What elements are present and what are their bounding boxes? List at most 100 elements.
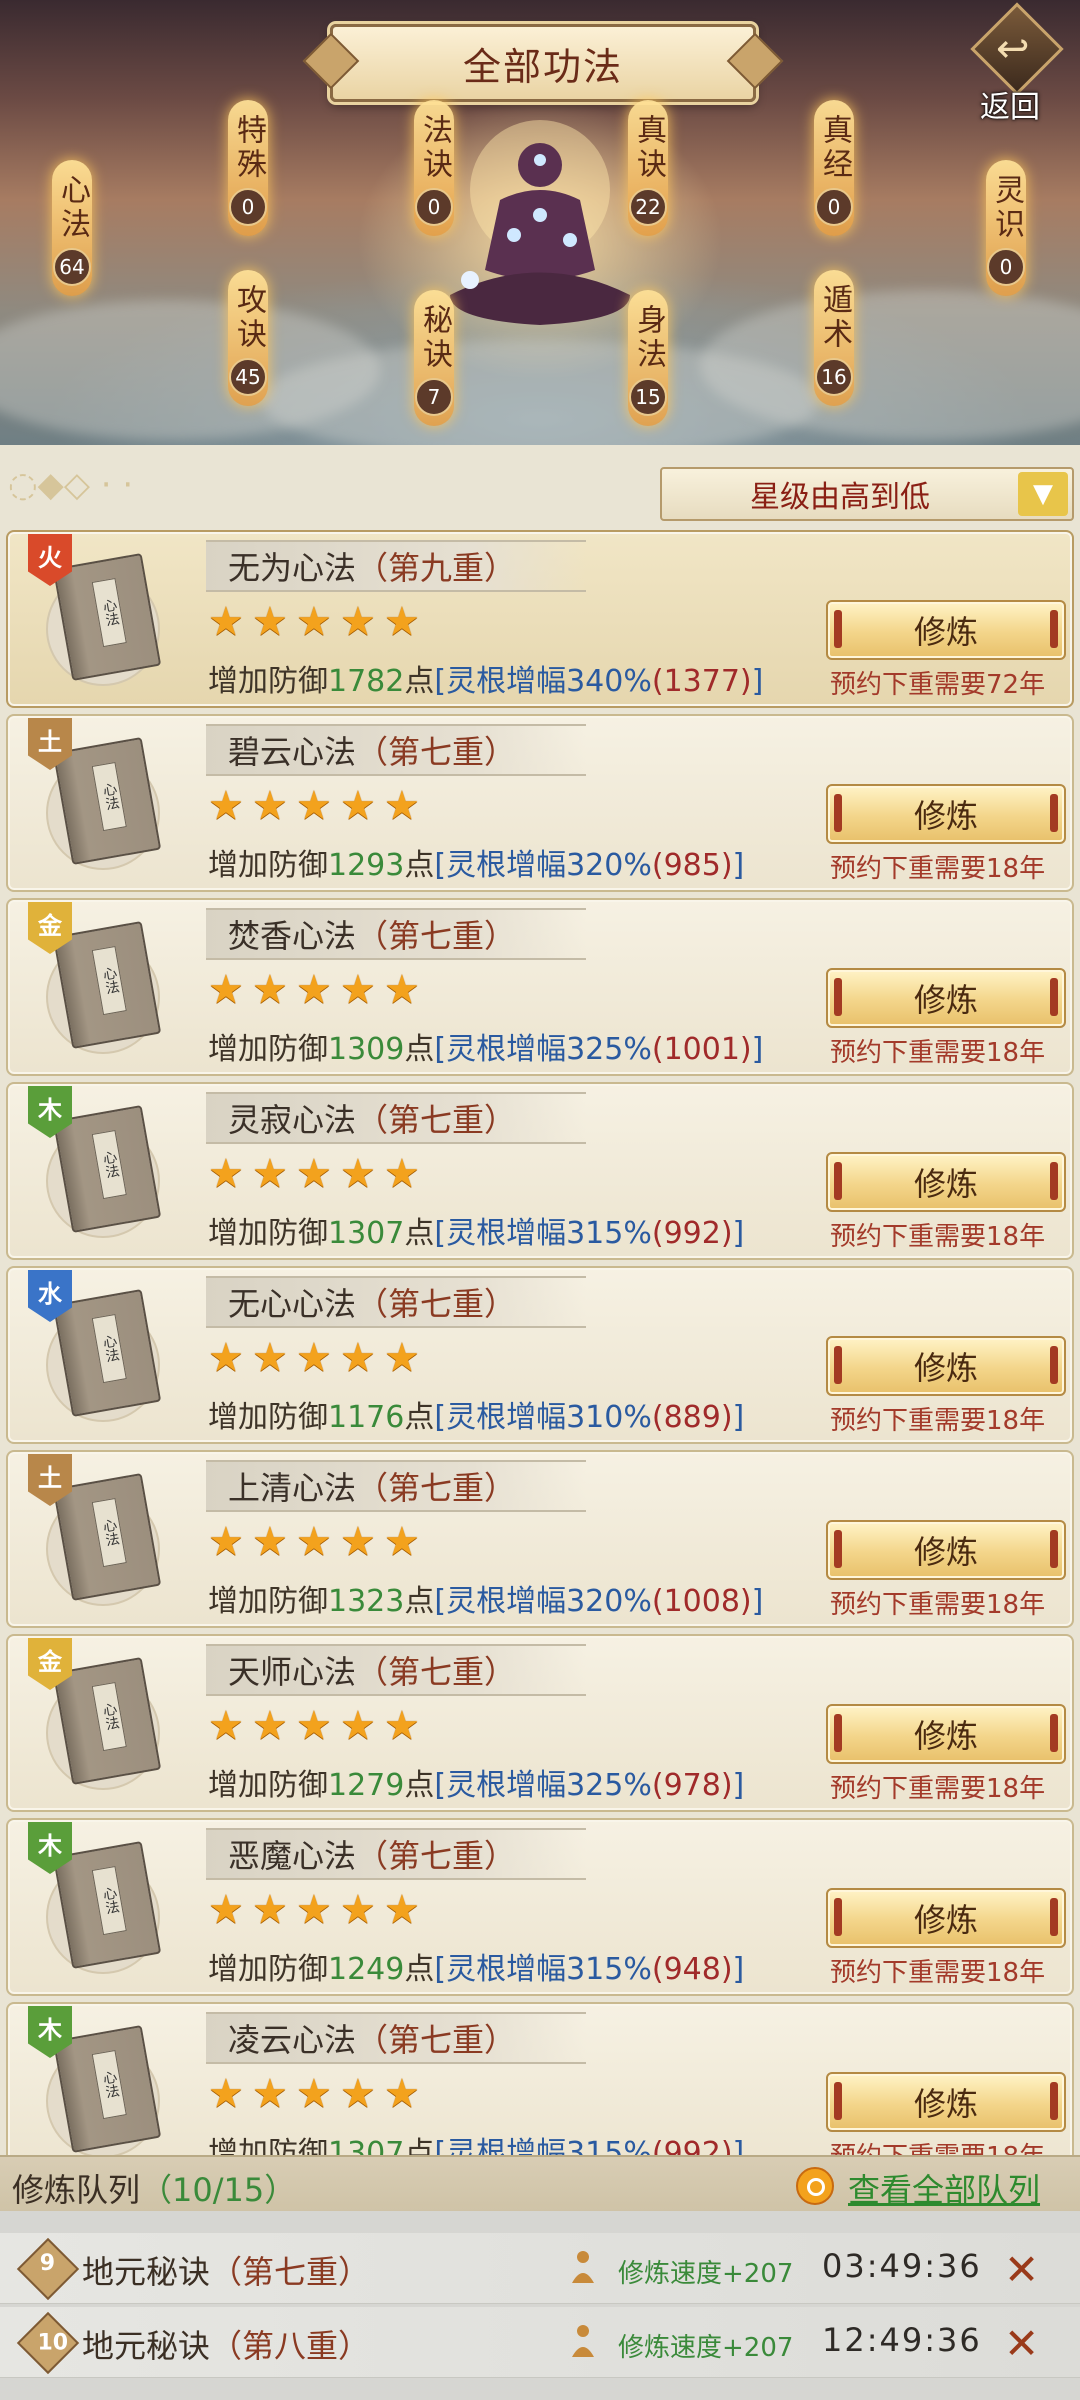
remaining-time: 12:49:36 [822, 2321, 982, 2359]
back-button[interactable]: ↩ 返回 [966, 2, 1066, 125]
category-label: 灵识 [989, 174, 1024, 242]
train-button[interactable]: 修炼 [826, 1520, 1066, 1580]
meditation-icon [572, 2251, 594, 2283]
defense-stat: 增加防御1293点[灵根增幅320%(985)] [208, 848, 745, 883]
category-tab-zhenjing[interactable]: 真经 0 [812, 100, 856, 236]
category-count: 0 [815, 188, 853, 226]
category-label: 真经 [817, 114, 852, 182]
train-button[interactable]: 修炼 [826, 784, 1066, 844]
training-queue-list: 9 地元秘诀（第七重） 修炼速度+207 03:49:36 ✕ 10 地元秘诀（… [0, 2211, 1080, 2400]
train-button[interactable]: 修炼 [826, 968, 1066, 1028]
category-count: 64 [53, 248, 91, 286]
technique-card[interactable]: 心法 木 恶魔心法 （第七重） ★ ★ ★ ★ ★ 增加防御1249点[灵根增幅315%(… [6, 1818, 1074, 1996]
star-icon: ★ [384, 1151, 420, 1197]
star-rating: ★ ★ ★ ★ ★ [208, 2074, 428, 2118]
technique-name: 灵寂心法 （第七重） [206, 1092, 586, 1144]
star-icon: ★ [208, 1335, 244, 1381]
technique-card[interactable]: 心法 木 凌云心法 （第七重） ★ ★ ★ ★ ★ 增加防御1307点[灵根增幅315%(… [6, 2002, 1074, 2180]
star-icon: ★ [252, 2071, 288, 2117]
next-level-requirement: 预约下重需要18年 [830, 1038, 1046, 1068]
star-rating: ★ ★ ★ ★ ★ [208, 1154, 428, 1198]
star-icon: ★ [384, 783, 420, 829]
category-count: 16 [815, 358, 853, 396]
next-level-requirement: 预约下重需要18年 [830, 1406, 1046, 1436]
star-icon: ★ [296, 967, 332, 1013]
star-icon: ★ [208, 1887, 244, 1933]
technique-list-panel: ◌◆◇ · · 星级由高到低 ▼ 心法 火 无为心法 （第九重） ★ ★ ★ ★ ★ 增加… [0, 445, 1080, 2180]
cancel-icon[interactable]: ✕ [1004, 2245, 1039, 2294]
technique-name: 天师心法 （第七重） [206, 1644, 586, 1696]
star-icon: ★ [384, 1887, 420, 1933]
technique-card[interactable]: 心法 土 碧云心法 （第七重） ★ ★ ★ ★ ★ 增加防御1293点[灵根增幅320%(… [6, 714, 1074, 892]
queue-technique-name: 地元秘诀（第八重） [82, 2327, 371, 2365]
category-label: 真诀 [631, 114, 666, 182]
technique-cards: 心法 火 无为心法 （第九重） ★ ★ ★ ★ ★ 增加防御1782点[灵根增幅340%(… [6, 530, 1074, 2186]
star-icon: ★ [384, 1519, 420, 1565]
technique-name: 无为心法 （第九重） [206, 540, 586, 592]
page-title: 全部功法 [330, 24, 756, 102]
train-button[interactable]: 修炼 [826, 1336, 1066, 1396]
star-icon: ★ [208, 1703, 244, 1749]
view-all-queue-link[interactable]: 查看全部队列 [848, 2165, 1040, 2211]
category-tab-teshu[interactable]: 特殊 0 [226, 100, 270, 236]
technique-name: 上清心法 （第七重） [206, 1460, 586, 1512]
star-icon: ★ [340, 1703, 376, 1749]
star-icon: ★ [252, 1887, 288, 1933]
category-count: 0 [415, 188, 453, 226]
technique-name: 无心心法 （第七重） [206, 1276, 586, 1328]
star-icon: ★ [340, 2071, 376, 2117]
category-count: 0 [229, 188, 267, 226]
back-arrow-icon: ↩ [996, 26, 1030, 72]
star-icon: ★ [384, 1335, 420, 1381]
technique-card[interactable]: 心法 火 无为心法 （第九重） ★ ★ ★ ★ ★ 增加防御1782点[灵根增幅340%(… [6, 530, 1074, 708]
technique-card[interactable]: 心法 水 无心心法 （第七重） ★ ★ ★ ★ ★ 增加防御1176点[灵根增幅310%(… [6, 1266, 1074, 1444]
technique-card[interactable]: 心法 土 上清心法 （第七重） ★ ★ ★ ★ ★ 增加防御1323点[灵根增幅320%(… [6, 1450, 1074, 1628]
train-button[interactable]: 修炼 [826, 1888, 1066, 1948]
star-icon: ★ [340, 1151, 376, 1197]
category-tab-shenfa[interactable]: 身法 15 [626, 290, 670, 426]
star-icon: ★ [296, 2071, 332, 2117]
category-label: 身法 [631, 304, 666, 372]
technique-name: 焚香心法 （第七重） [206, 908, 586, 960]
next-level-requirement: 预约下重需要18年 [830, 1958, 1046, 1988]
next-level-requirement: 预约下重需要18年 [830, 1774, 1046, 1804]
cancel-icon[interactable]: ✕ [1004, 2319, 1039, 2368]
technique-card[interactable]: 心法 金 焚香心法 （第七重） ★ ★ ★ ★ ★ 增加防御1309点[灵根增幅325%(… [6, 898, 1074, 1076]
star-icon: ★ [252, 1519, 288, 1565]
queue-entry: 10 地元秘诀（第八重） 修炼速度+207 12:49:36 ✕ [0, 2307, 1080, 2378]
category-count: 45 [229, 358, 267, 396]
star-icon: ★ [296, 1335, 332, 1381]
category-tab-fajue[interactable]: 法诀 0 [412, 100, 456, 236]
category-tab-zhenjue[interactable]: 真诀 22 [626, 100, 670, 236]
category-tab-gongjue[interactable]: 攻诀 45 [226, 270, 270, 406]
technique-card[interactable]: 心法 金 天师心法 （第七重） ★ ★ ★ ★ ★ 增加防御1279点[灵根增幅325%(… [6, 1634, 1074, 1812]
train-button[interactable]: 修炼 [826, 1152, 1066, 1212]
queue-index-badge: 10 [16, 2311, 80, 2375]
star-icon: ★ [340, 1887, 376, 1933]
technique-card[interactable]: 心法 木 灵寂心法 （第七重） ★ ★ ★ ★ ★ 增加防御1307点[灵根增幅315%(… [6, 1082, 1074, 1260]
star-icon: ★ [252, 967, 288, 1013]
category-tab-xinfa[interactable]: 心法 64 [50, 160, 94, 296]
sort-dropdown[interactable]: 星级由高到低 ▼ [660, 467, 1074, 521]
sort-label: 星级由高到低 [750, 480, 930, 515]
train-button[interactable]: 修炼 [826, 600, 1066, 660]
defense-stat: 增加防御1782点[灵根增幅340%(1377)] [208, 664, 764, 699]
train-button[interactable]: 修炼 [826, 1704, 1066, 1764]
category-count: 0 [987, 248, 1025, 286]
training-queue-header: 修炼队列（10/15） 查看全部队列 [0, 2155, 1080, 2211]
defense-stat: 增加防御1279点[灵根增幅325%(978)] [208, 1768, 745, 1803]
star-icon: ★ [340, 1335, 376, 1381]
category-tab-lingshi[interactable]: 灵识 0 [984, 160, 1028, 296]
next-level-requirement: 预约下重需要18年 [830, 1590, 1046, 1620]
category-count: 7 [415, 378, 453, 416]
category-tab-mijue[interactable]: 秘诀 7 [412, 290, 456, 426]
defense-stat: 增加防御1309点[灵根增幅325%(1001)] [208, 1032, 764, 1067]
star-icon: ★ [340, 967, 376, 1013]
star-icon: ★ [208, 1151, 244, 1197]
meditation-icon [572, 2325, 594, 2357]
next-level-requirement: 预约下重需要72年 [830, 670, 1046, 700]
star-icon: ★ [252, 1335, 288, 1381]
category-tab-dunshu[interactable]: 遁术 16 [812, 270, 856, 406]
train-button[interactable]: 修炼 [826, 2072, 1066, 2132]
technique-name: 碧云心法 （第七重） [206, 724, 586, 776]
